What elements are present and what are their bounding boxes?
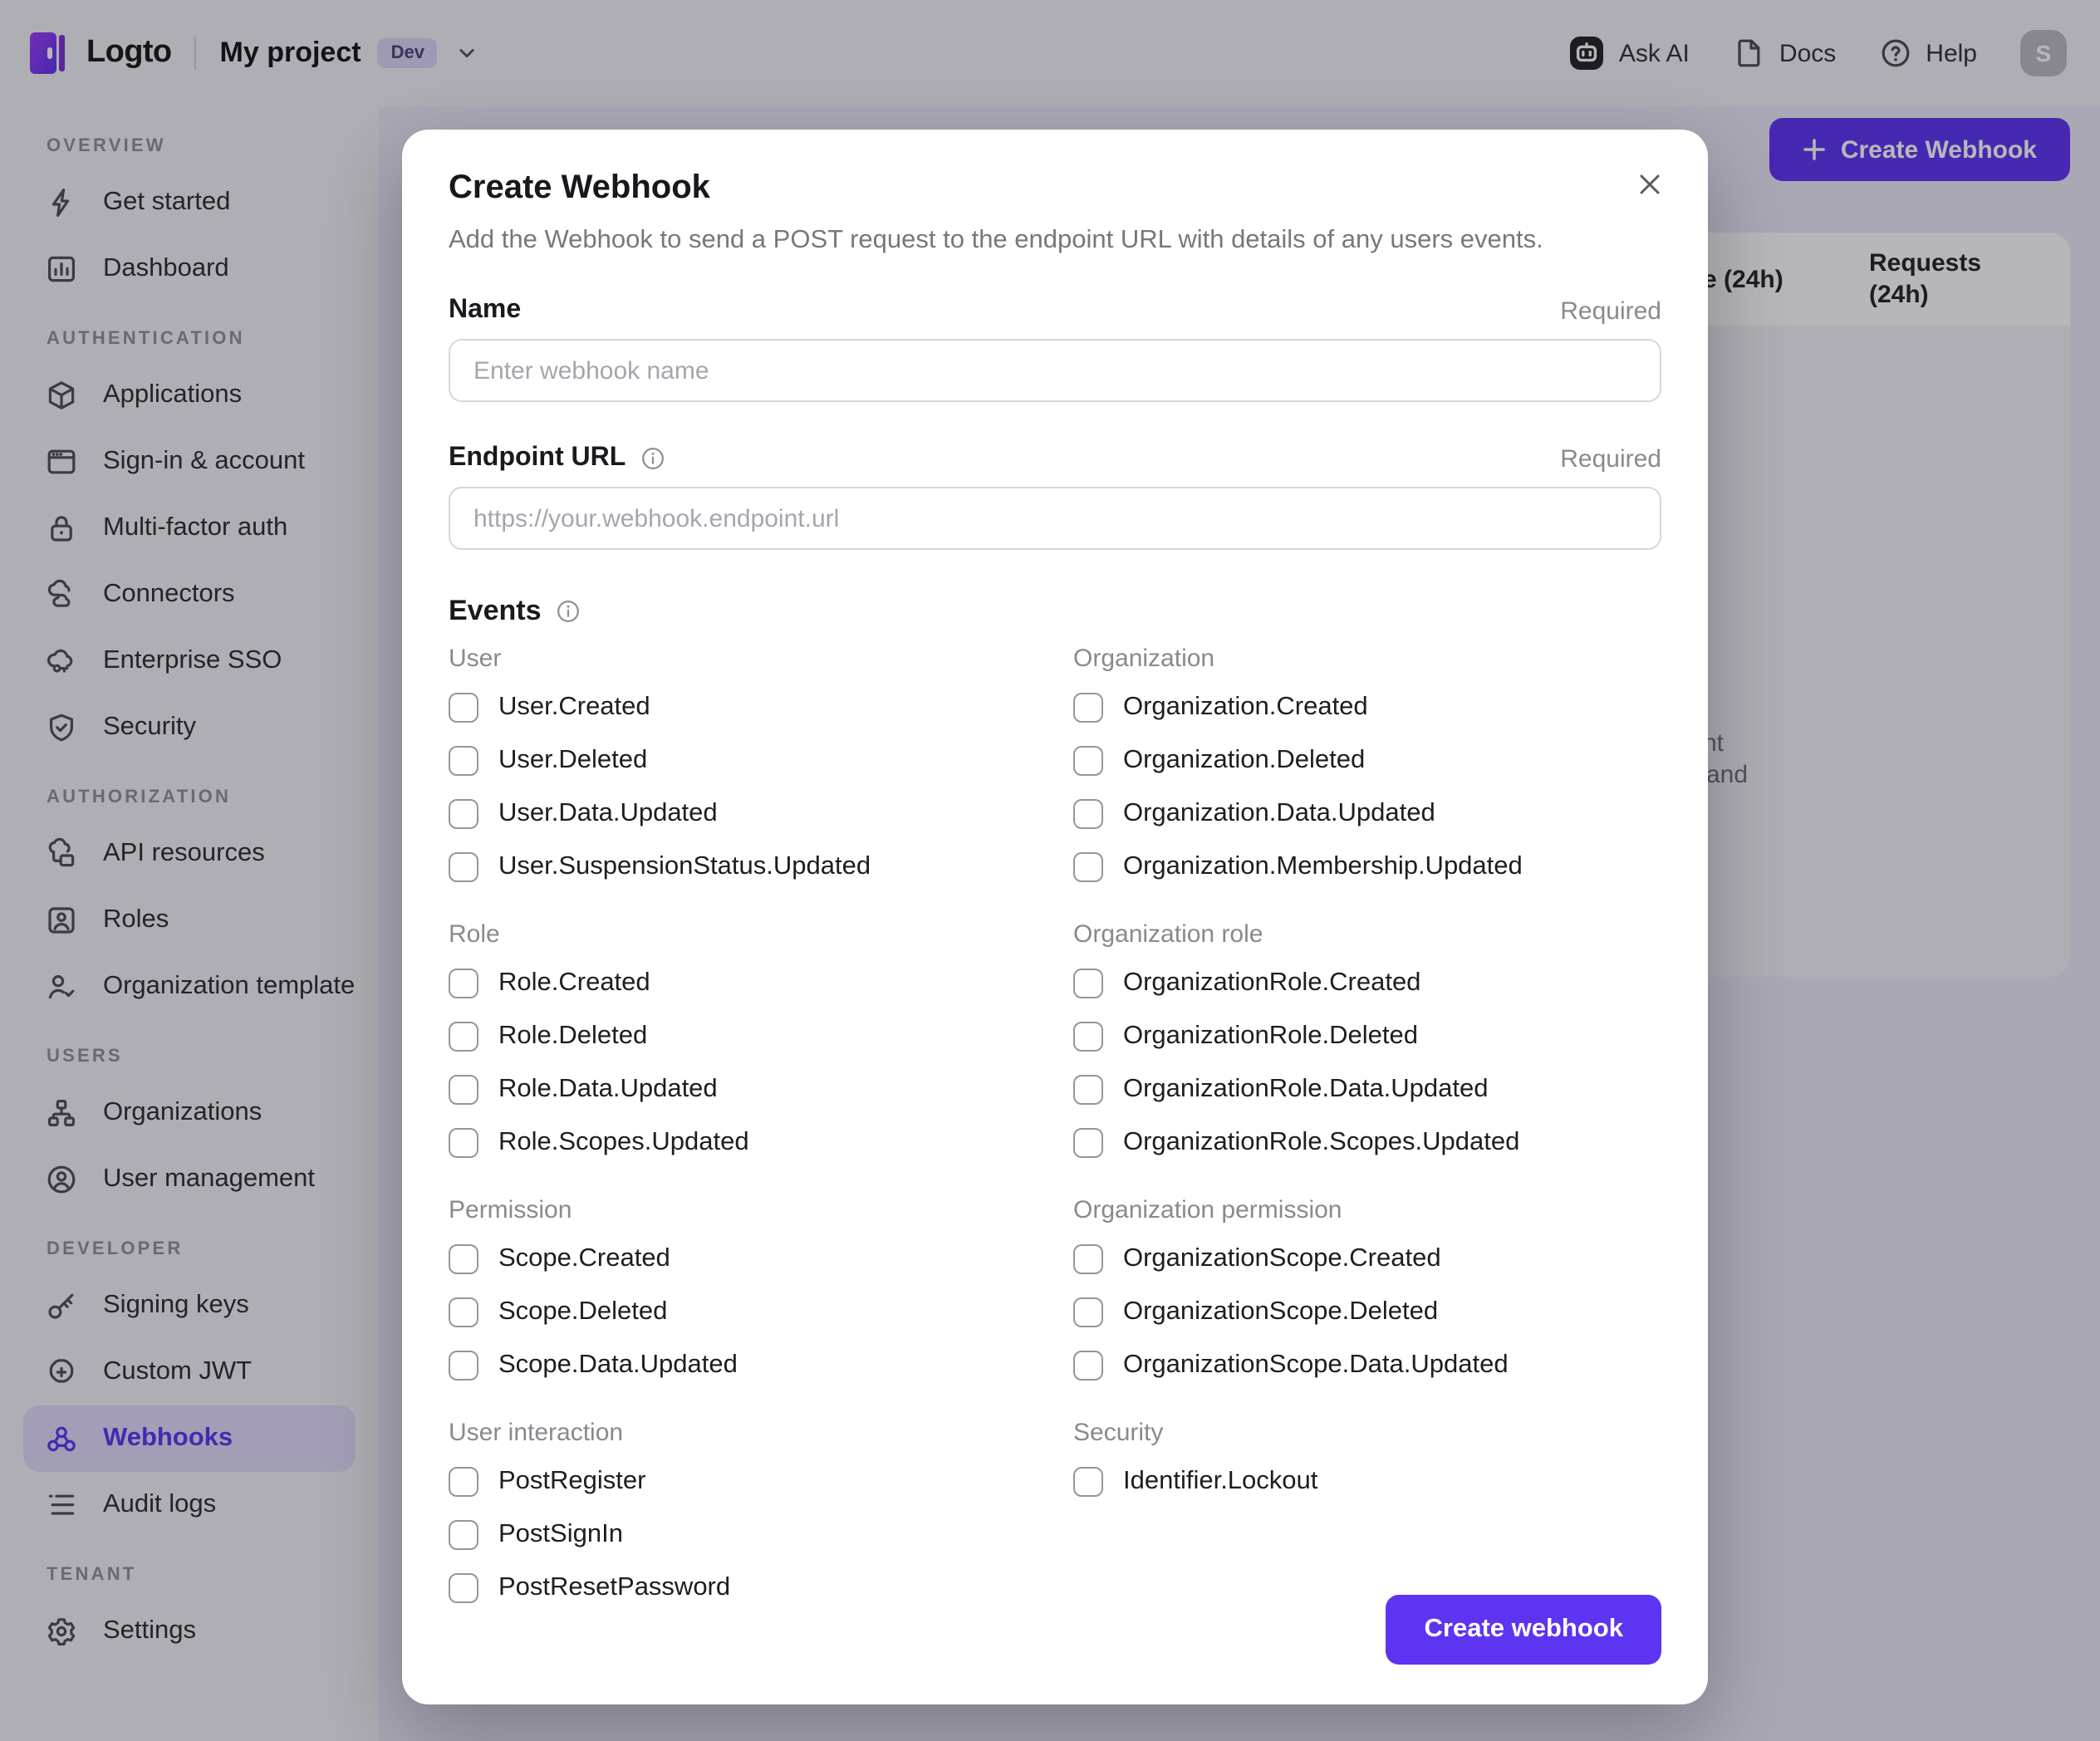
- checkbox[interactable]: [1073, 1297, 1103, 1327]
- checkbox-postresetpassword[interactable]: PostResetPassword: [449, 1562, 1073, 1615]
- checkbox-scope-deleted[interactable]: Scope.Deleted: [449, 1286, 1073, 1339]
- endpoint-url-field-label: Endpoint URL: [449, 444, 626, 472]
- checkbox[interactable]: [449, 852, 478, 882]
- events-grid: User User.Created User.Deleted User.Data…: [449, 645, 1661, 1615]
- checkbox[interactable]: [1073, 1128, 1103, 1158]
- checkbox-postregister[interactable]: PostRegister: [449, 1455, 1073, 1508]
- checkbox[interactable]: [449, 1244, 478, 1274]
- checkbox[interactable]: [449, 746, 478, 776]
- checkbox[interactable]: [449, 1467, 478, 1497]
- event-group-organization: Organization Organization.Created Organi…: [1073, 645, 1661, 894]
- checkbox-role-created[interactable]: Role.Created: [449, 957, 1073, 1010]
- checkbox-user-data-updated[interactable]: User.Data.Updated: [449, 787, 1073, 841]
- checkbox[interactable]: [449, 1075, 478, 1105]
- checkbox-role-scopes-updated[interactable]: Role.Scopes.Updated: [449, 1116, 1073, 1170]
- checkbox-organizationrole-scopes-updated[interactable]: OrganizationRole.Scopes.Updated: [1073, 1116, 1661, 1170]
- checkbox[interactable]: [449, 1297, 478, 1327]
- checkbox-organizationrole-data-updated[interactable]: OrganizationRole.Data.Updated: [1073, 1063, 1661, 1116]
- checkbox[interactable]: [1073, 746, 1103, 776]
- checkbox[interactable]: [1073, 969, 1103, 998]
- checkbox[interactable]: [449, 969, 478, 998]
- event-group-security: Security Identifier.Lockout: [1073, 1419, 1661, 1615]
- checkbox-organizationscope-data-updated[interactable]: OrganizationScope.Data.Updated: [1073, 1339, 1661, 1392]
- create-webhook-modal: Create Webhook Add the Webhook to send a…: [402, 130, 1708, 1704]
- checkbox[interactable]: [449, 1022, 478, 1052]
- checkbox-organization-data-updated[interactable]: Organization.Data.Updated: [1073, 787, 1661, 841]
- checkbox-identifier-lockout[interactable]: Identifier.Lockout: [1073, 1455, 1661, 1508]
- checkbox[interactable]: [1073, 1022, 1103, 1052]
- event-group-organization-permission: Organization permission OrganizationScop…: [1073, 1196, 1661, 1392]
- checkbox[interactable]: [449, 1351, 478, 1381]
- webhook-name-input[interactable]: [449, 339, 1661, 402]
- modal-description: Add the Webhook to send a POST request t…: [449, 226, 1543, 254]
- event-group-role: Role Role.Created Role.Deleted Role.Data…: [449, 920, 1073, 1170]
- checkbox[interactable]: [449, 1128, 478, 1158]
- event-group-user-interaction: User interaction PostRegister PostSignIn…: [449, 1419, 1073, 1615]
- checkbox[interactable]: [449, 693, 478, 723]
- checkbox-organizationscope-created[interactable]: OrganizationScope.Created: [1073, 1233, 1661, 1286]
- name-field-label: Name: [449, 296, 522, 324]
- checkbox-organization-created[interactable]: Organization.Created: [1073, 681, 1661, 734]
- info-icon[interactable]: [555, 598, 581, 625]
- checkbox-user-deleted[interactable]: User.Deleted: [449, 734, 1073, 787]
- app-root: Logto My project Dev Ask AI Docs Help S …: [0, 0, 2100, 1741]
- checkbox[interactable]: [1073, 1075, 1103, 1105]
- checkbox-organizationscope-deleted[interactable]: OrganizationScope.Deleted: [1073, 1286, 1661, 1339]
- event-group-organization-role: Organization role OrganizationRole.Creat…: [1073, 920, 1661, 1170]
- checkbox[interactable]: [1073, 1351, 1103, 1381]
- checkbox-scope-created[interactable]: Scope.Created: [449, 1233, 1073, 1286]
- modal-title: Create Webhook: [449, 169, 710, 206]
- endpoint-url-required-label: Required: [1560, 444, 1661, 473]
- checkbox-user-created[interactable]: User.Created: [449, 681, 1073, 734]
- checkbox[interactable]: [449, 1520, 478, 1550]
- event-group-permission: Permission Scope.Created Scope.Deleted S…: [449, 1196, 1073, 1392]
- checkbox[interactable]: [1073, 693, 1103, 723]
- checkbox[interactable]: [449, 799, 478, 829]
- checkbox-role-deleted[interactable]: Role.Deleted: [449, 1010, 1073, 1063]
- checkbox[interactable]: [1073, 799, 1103, 829]
- checkbox-scope-data-updated[interactable]: Scope.Data.Updated: [449, 1339, 1073, 1392]
- checkbox[interactable]: [449, 1573, 478, 1603]
- checkbox-organizationrole-created[interactable]: OrganizationRole.Created: [1073, 957, 1661, 1010]
- close-icon[interactable]: [1635, 169, 1665, 199]
- info-icon[interactable]: [639, 445, 665, 472]
- endpoint-url-input[interactable]: [449, 487, 1661, 550]
- checkbox[interactable]: [1073, 1467, 1103, 1497]
- checkbox-organization-membership-updated[interactable]: Organization.Membership.Updated: [1073, 841, 1661, 894]
- checkbox[interactable]: [1073, 852, 1103, 882]
- submit-create-webhook-button[interactable]: Create webhook: [1386, 1595, 1661, 1665]
- checkbox-organization-deleted[interactable]: Organization.Deleted: [1073, 734, 1661, 787]
- name-required-label: Required: [1560, 297, 1661, 325]
- checkbox[interactable]: [1073, 1244, 1103, 1274]
- checkbox-postsignin[interactable]: PostSignIn: [449, 1508, 1073, 1562]
- checkbox-organizationrole-deleted[interactable]: OrganizationRole.Deleted: [1073, 1010, 1661, 1063]
- event-group-user: User User.Created User.Deleted User.Data…: [449, 645, 1073, 894]
- checkbox-user-suspensionstatus-updated[interactable]: User.SuspensionStatus.Updated: [449, 841, 1073, 894]
- checkbox-role-data-updated[interactable]: Role.Data.Updated: [449, 1063, 1073, 1116]
- events-label: Events: [449, 595, 542, 626]
